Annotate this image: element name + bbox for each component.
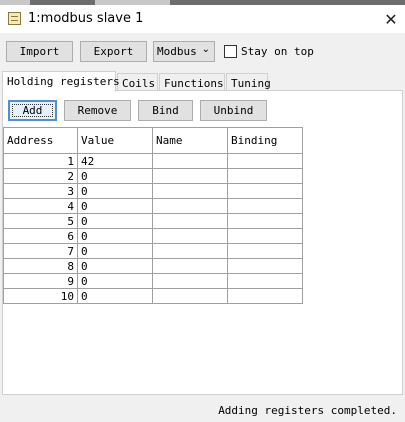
stay-on-top-label[interactable]: Stay on top	[241, 45, 314, 58]
column-header-value[interactable]: Value	[77, 127, 153, 154]
stay-on-top-checkbox[interactable]	[224, 45, 237, 58]
value-cell[interactable]: 0	[77, 258, 153, 274]
table-row[interactable]: 10 0	[3, 288, 303, 304]
value-cell[interactable]: 0	[77, 183, 153, 199]
column-header-binding[interactable]: Binding	[227, 127, 303, 154]
table-row[interactable]: 5 0	[3, 213, 303, 229]
address-cell: 5	[3, 213, 78, 229]
binding-cell[interactable]	[227, 243, 303, 259]
value-cell[interactable]: 0	[77, 213, 153, 229]
add-button[interactable]: Add	[8, 100, 57, 121]
address-cell: 3	[3, 183, 78, 199]
name-cell[interactable]	[152, 273, 228, 289]
table-header-row: Address Value Name Binding	[3, 127, 303, 154]
name-cell[interactable]	[152, 183, 228, 199]
value-cell[interactable]: 0	[77, 243, 153, 259]
binding-cell[interactable]	[227, 168, 303, 184]
name-cell[interactable]	[152, 213, 228, 229]
bind-button[interactable]: Bind	[138, 100, 193, 121]
name-cell[interactable]	[152, 243, 228, 259]
value-cell[interactable]: 0	[77, 198, 153, 214]
column-header-name[interactable]: Name	[152, 127, 228, 154]
table-row[interactable]: 4 0	[3, 198, 303, 214]
binding-cell[interactable]	[227, 288, 303, 304]
table-row[interactable]: 2 0	[3, 168, 303, 184]
address-cell: 9	[3, 273, 78, 289]
registers-table: Address Value Name Binding 1 42 2 0 3 0 …	[3, 127, 303, 304]
status-message: Adding registers completed.	[218, 404, 397, 417]
binding-cell[interactable]	[227, 153, 303, 169]
column-header-address[interactable]: Address	[3, 127, 78, 154]
address-cell: 2	[3, 168, 78, 184]
table-row[interactable]: 8 0	[3, 258, 303, 274]
tab-holding-registers[interactable]: Holding registers	[2, 71, 120, 92]
app-icon	[8, 12, 21, 25]
address-cell: 8	[3, 258, 78, 274]
value-cell[interactable]: 42	[77, 153, 153, 169]
table-row[interactable]: 6 0	[3, 228, 303, 244]
binding-cell[interactable]	[227, 273, 303, 289]
address-cell: 4	[3, 198, 78, 214]
address-cell: 10	[3, 288, 78, 304]
value-cell[interactable]: 0	[77, 273, 153, 289]
value-cell[interactable]: 0	[77, 228, 153, 244]
name-cell[interactable]	[152, 228, 228, 244]
address-cell: 1	[3, 153, 78, 169]
value-cell[interactable]: 0	[77, 168, 153, 184]
name-cell[interactable]	[152, 288, 228, 304]
tab-functions[interactable]: Functions	[159, 73, 225, 91]
chevron-down-icon: ⌄	[201, 44, 210, 55]
window-title: 1:modbus slave 1	[28, 11, 144, 26]
protocol-select[interactable]: Modbus ⌄	[153, 41, 215, 62]
remove-button[interactable]: Remove	[64, 100, 131, 121]
binding-cell[interactable]	[227, 258, 303, 274]
export-button[interactable]: Export	[80, 41, 147, 62]
binding-cell[interactable]	[227, 213, 303, 229]
table-row[interactable]: 1 42	[3, 153, 303, 169]
unbind-button[interactable]: Unbind	[200, 100, 267, 121]
table-row[interactable]: 3 0	[3, 183, 303, 199]
protocol-select-value: Modbus	[157, 45, 197, 58]
binding-cell[interactable]	[227, 228, 303, 244]
import-button[interactable]: Import	[6, 41, 73, 62]
address-cell: 7	[3, 243, 78, 259]
close-button[interactable]: ✕	[377, 5, 405, 33]
table-row[interactable]: 9 0	[3, 273, 303, 289]
tab-coils[interactable]: Coils	[117, 73, 158, 91]
name-cell[interactable]	[152, 153, 228, 169]
table-row[interactable]: 7 0	[3, 243, 303, 259]
tab-tuning[interactable]: Tuning	[226, 73, 271, 91]
name-cell[interactable]	[152, 168, 228, 184]
binding-cell[interactable]	[227, 183, 303, 199]
close-icon: ✕	[384, 9, 398, 29]
binding-cell[interactable]	[227, 198, 303, 214]
name-cell[interactable]	[152, 198, 228, 214]
tab-bar: Holding registers Coils Functions Tuning	[2, 71, 404, 92]
name-cell[interactable]	[152, 258, 228, 274]
value-cell[interactable]: 0	[77, 288, 153, 304]
address-cell: 6	[3, 228, 78, 244]
title-bar: 1:modbus slave 1 ✕	[0, 5, 405, 33]
